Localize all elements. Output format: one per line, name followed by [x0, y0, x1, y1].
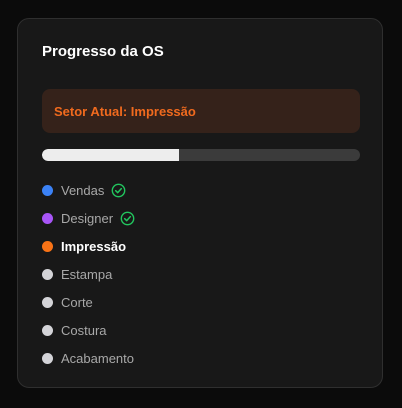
current-sector-label: Setor Atual: Impressão: [54, 103, 196, 119]
step-label: Designer: [61, 210, 114, 226]
step-item-pending: Estampa: [42, 260, 135, 288]
step-dot: [42, 352, 53, 364]
step-item-done: Designer: [42, 204, 135, 232]
step-dot: [42, 240, 53, 252]
step-dot: [42, 268, 53, 280]
step-item-pending: Costura: [42, 316, 135, 344]
progress-bar: [42, 149, 360, 161]
step-item-current: Impressão: [42, 232, 135, 260]
step-label: Corte: [61, 294, 93, 310]
step-label: Costura: [61, 322, 107, 338]
check-circle-icon: [111, 183, 126, 197]
check-circle-icon: [120, 211, 135, 225]
step-item-pending: Acabamento: [42, 344, 135, 372]
step-item-pending: Corte: [42, 288, 135, 316]
step-dot: [42, 184, 53, 196]
step-label: Estampa: [61, 266, 113, 282]
os-progress-card: Progresso da OS Setor Atual: Impressão V…: [17, 18, 383, 388]
step-label: Impressão: [61, 238, 127, 254]
step-label: Vendas: [61, 182, 105, 198]
step-dot: [42, 296, 53, 308]
step-dot: [42, 324, 53, 336]
progress-bar-fill: [42, 149, 179, 161]
step-list: Vendas Designer Impressão Estampa Corte …: [42, 176, 135, 372]
card-title: Progresso da OS: [42, 43, 164, 60]
step-label: Acabamento: [61, 350, 134, 366]
step-item-done: Vendas: [42, 176, 135, 204]
step-dot: [42, 212, 53, 224]
current-sector-banner: Setor Atual: Impressão: [42, 89, 360, 133]
